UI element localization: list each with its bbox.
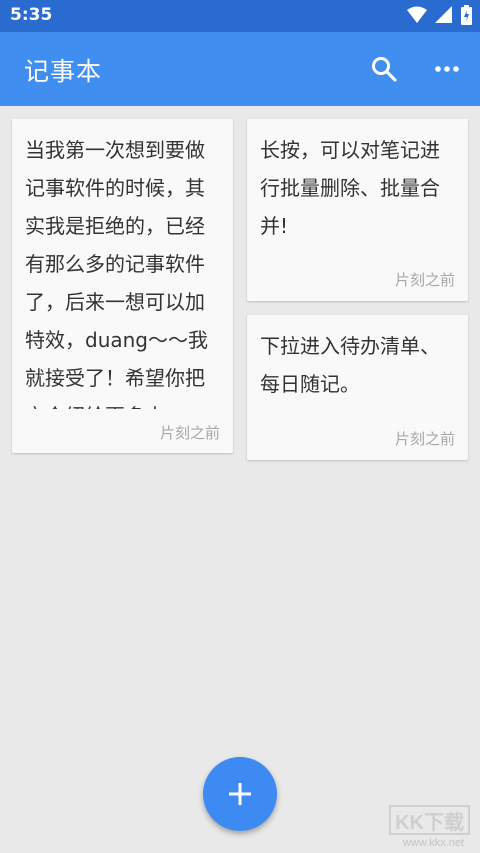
- battery-charging-icon: [461, 5, 472, 29]
- signal-icon: [435, 6, 453, 28]
- watermark: KK下载 www.kkx.net: [389, 805, 470, 849]
- app-bar: 记事本: [0, 32, 480, 106]
- watermark-url: www.kkx.net: [402, 837, 464, 849]
- note-timestamp: 片刻之前: [394, 271, 455, 289]
- more-horizontal-icon: [435, 66, 459, 72]
- note-timestamp: 片刻之前: [394, 430, 455, 448]
- search-button[interactable]: [366, 51, 402, 87]
- note-card[interactable]: 长按，可以对笔记进行批量删除、批量合并! 片刻之前: [247, 119, 468, 301]
- note-text: 长按，可以对笔记进行批量删除、批量合并!: [260, 138, 440, 238]
- plus-icon: [229, 783, 251, 805]
- app-title: 记事本: [24, 57, 103, 86]
- note-text: 下拉进入待办清单、每日随记。: [260, 334, 440, 396]
- status-time: 5:35: [10, 5, 53, 25]
- wifi-icon: [407, 6, 427, 28]
- note-text: 当我第一次想到要做记事软件的时候，其实我是拒绝的，已经有那么多的记事软件了，后来…: [25, 138, 208, 409]
- note-card[interactable]: 下拉进入待办清单、每日随记。 片刻之前: [247, 315, 468, 460]
- note-timestamp: 片刻之前: [159, 424, 220, 442]
- search-icon: [372, 57, 397, 82]
- note-card[interactable]: 当我第一次想到要做记事软件的时候，其实我是拒绝的，已经有那么多的记事软件了，后来…: [12, 119, 233, 453]
- status-icons: [407, 5, 472, 29]
- watermark-brand: KK下载: [395, 811, 464, 834]
- watermark-logo: KK下载: [389, 805, 470, 835]
- add-note-button[interactable]: [203, 757, 277, 831]
- more-options-button[interactable]: [429, 51, 465, 87]
- status-bar: 5:35: [0, 0, 480, 32]
